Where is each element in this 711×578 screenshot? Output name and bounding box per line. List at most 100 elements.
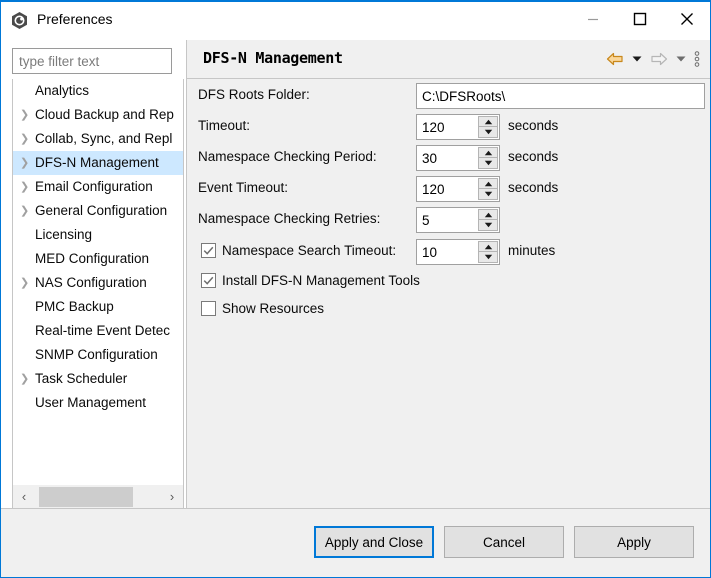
back-arrow-icon[interactable] [603,48,627,70]
form-row-namespace-checking-retries: Namespace Checking Retries: [187,206,710,234]
window-title: Preferences [37,11,113,27]
spinner-value[interactable] [417,240,477,264]
header-navigation [603,48,703,70]
chevron-right-icon[interactable]: ❯ [20,103,32,127]
maximize-icon[interactable] [617,2,663,36]
chevron-right-icon[interactable]: ❯ [20,367,32,391]
chevron-right-icon[interactable]: ❯ [20,151,32,175]
spinner-namespace-checking-retries[interactable] [416,207,500,233]
scroll-left-icon[interactable]: ‹ [13,485,35,509]
tree-item-label: Task Scheduler [35,371,128,386]
checkbox-install-dfs-n-management-tools[interactable] [201,273,216,288]
tree-item-analytics[interactable]: Analytics [13,79,183,103]
field-label: Event Timeout: [198,180,289,195]
spinner-down-icon[interactable] [478,189,498,200]
form-row-namespace-search-timeout: Namespace Search Timeout: minutes [187,237,710,265]
field-unit: seconds [508,180,559,195]
spinner-event-timeout[interactable] [416,176,500,202]
field-label: Namespace Checking Retries: [198,211,381,226]
spinner-up-icon[interactable] [478,116,498,127]
apply-button[interactable]: Apply [574,526,694,558]
scrollbar-thumb[interactable] [39,487,133,507]
spinner-up-icon[interactable] [478,178,498,189]
tree-item-real-time-event-detec[interactable]: Real-time Event Detec [13,319,183,343]
close-icon[interactable] [664,2,710,36]
preferences-dialog: Preferences Analytics❯Cloud Backup and R… [0,0,711,578]
spinner-up-icon[interactable] [478,209,498,220]
chevron-right-icon[interactable]: ❯ [20,199,32,223]
tree-item-label: MED Configuration [35,251,150,266]
tree-item-pmc-backup[interactable]: PMC Backup [13,295,183,319]
forward-dropdown-icon[interactable] [673,48,689,70]
tree-item-nas-configuration[interactable]: ❯ NAS Configuration [13,271,183,295]
tree-item-label: DFS-N Management [35,155,159,170]
checkbox-label[interactable]: Install DFS-N Management Tools [222,273,420,288]
field-input-dfs-roots-folder[interactable] [416,83,705,109]
tree-item-cloud-backup-and-rep[interactable]: ❯ Cloud Backup and Rep [13,103,183,127]
view-menu-icon[interactable] [691,48,703,70]
spinner-value[interactable] [417,115,477,139]
tree-item-dfs-n-management[interactable]: ❯ DFS-N Management [13,151,183,175]
spinner-up-icon[interactable] [478,241,498,252]
title-bar: Preferences [1,2,710,38]
spinner-down-icon[interactable] [478,127,498,138]
field-label: Namespace Checking Period: [198,149,377,164]
tree-item-med-configuration[interactable]: MED Configuration [13,247,183,271]
preferences-tree[interactable]: Analytics ❯ Cloud Backup and Rep ❯ Collab, S… [13,79,183,484]
checkbox-label[interactable]: Show Resources [222,301,324,316]
tree-item-licensing[interactable]: Licensing [13,223,183,247]
form-row-show-resources: Show Resources [187,296,710,322]
form-row-timeout: Timeout: seconds [187,113,710,141]
tree-item-label: Email Configuration [35,179,153,194]
spinner-buttons [478,116,498,138]
spinner-down-icon[interactable] [478,158,498,169]
tree-item-snmp-configuration[interactable]: SNMP Configuration [13,343,183,367]
form-row-dfs-roots-folder: DFS Roots Folder: [187,82,710,110]
tree-item-label: Licensing [35,227,93,242]
forward-arrow-icon[interactable] [647,48,671,70]
chevron-right-icon[interactable]: ❯ [20,127,32,151]
checkbox-namespace-search-timeout[interactable] [201,243,216,258]
checkbox-show-resources[interactable] [201,301,216,316]
spinner-down-icon[interactable] [478,220,498,231]
cancel-button[interactable]: Cancel [444,526,564,558]
spinner-down-icon[interactable] [478,252,498,263]
tree-item-general-configuration[interactable]: ❯ General Configuration [13,199,183,223]
content-panel: DFS-N Management DFS Roots Folder: C:\DF… [186,40,710,510]
minimize-icon[interactable] [570,2,616,36]
field-unit: seconds [508,118,559,133]
content-header: DFS-N Management [187,40,710,79]
chevron-right-icon[interactable]: ❯ [20,175,32,199]
tree-item-task-scheduler[interactable]: ❯ Task Scheduler [13,367,183,391]
settings-form: DFS Roots Folder: Timeout:seconds Namespac… [187,79,710,509]
form-row-namespace-checking-period: Namespace Checking Period: seconds [187,144,710,172]
tree-item-label: Collab, Sync, and Repl [35,131,173,146]
tree-item-collab-sync-and-repl[interactable]: ❯ Collab, Sync, and Repl [13,127,183,151]
tree-item-label: NAS Configuration [35,275,147,290]
spinner-buttons [478,209,498,231]
preferences-tree-panel: Analytics ❯ Cloud Backup and Rep ❯ Collab, S… [12,79,184,510]
tree-item-label: SNMP Configuration [35,347,158,362]
spinner-namespace-checking-period[interactable] [416,145,500,171]
tree-item-email-configuration[interactable]: ❯ Email Configuration [13,175,183,199]
spinner-namespace-search-timeout[interactable] [416,239,500,265]
chevron-right-icon[interactable]: ❯ [20,271,32,295]
tree-item-user-management[interactable]: User Management [13,391,183,415]
spinner-value[interactable] [417,177,477,201]
spinner-buttons [478,241,498,263]
field-unit: minutes [508,243,556,258]
spinner-buttons [478,178,498,200]
spinner-up-icon[interactable] [478,147,498,158]
field-unit: seconds [508,149,559,164]
spinner-timeout[interactable] [416,114,500,140]
back-dropdown-icon[interactable] [629,48,645,70]
dialog-button-bar: Apply and Close Cancel Apply [1,508,710,577]
spinner-value[interactable] [417,208,477,232]
checkbox-label[interactable]: Namespace Search Timeout: [222,243,396,258]
scroll-right-icon[interactable]: › [161,485,183,509]
tree-horizontal-scrollbar[interactable]: ‹ › [13,484,183,509]
search-input[interactable] [12,48,172,74]
field-label: DFS Roots Folder: [198,87,310,102]
apply-and-close-button[interactable]: Apply and Close [314,526,434,558]
spinner-value[interactable] [417,146,477,170]
